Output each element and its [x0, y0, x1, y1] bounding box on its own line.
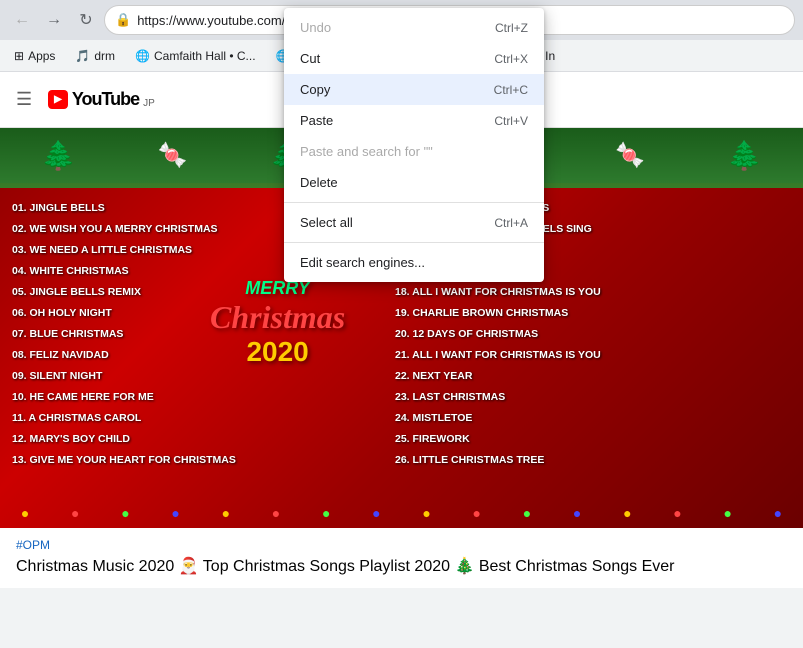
menu-item-label: Paste: [300, 113, 333, 128]
bookmark-apps[interactable]: ⊞ Apps: [10, 47, 59, 65]
video-title: Christmas Music 2020 🎅 Top Christmas Son…: [16, 556, 787, 578]
context-menu-item-paste-and-search-for-: Paste and search for "": [284, 136, 544, 167]
song-item: 26. LITTLE CHRISTMAS TREE: [395, 450, 601, 471]
bookmark-drm-label: drm: [94, 49, 115, 63]
song-item: 10. HE CAME HERE FOR ME: [12, 387, 236, 408]
youtube-region-suffix: JP: [143, 98, 155, 109]
menu-item-shortcut: Ctrl+X: [494, 52, 528, 66]
song-item: 04. WHITE CHRISTMAS: [12, 261, 236, 282]
menu-item-shortcut: Ctrl+C: [494, 83, 528, 97]
context-menu-item-cut[interactable]: Cut Ctrl+X: [284, 43, 544, 74]
context-menu-item-edit-search-engines[interactable]: Edit search engines...: [284, 247, 544, 278]
christmas-lights: ●●●●●●●●●●●●●●●●: [0, 498, 803, 528]
apps-grid-icon: ⊞: [14, 49, 24, 63]
context-menu: Undo Ctrl+Z Cut Ctrl+X Copy Ctrl+C Paste Ctrl+V…: [284, 8, 544, 282]
bookmark-apps-label: Apps: [28, 49, 55, 63]
forward-button[interactable]: →: [40, 6, 68, 34]
menu-item-label: Undo: [300, 20, 331, 35]
song-item: 03. WE NEED A LITTLE CHRISTMAS: [12, 240, 236, 261]
youtube-wordmark: YouTube: [72, 89, 139, 110]
song-item: 05. JINGLE BELLS REMIX: [12, 282, 236, 303]
song-item: 24. MISTLETOE: [395, 408, 601, 429]
song-item: 06. OH HOLY NIGHT: [12, 303, 236, 324]
song-item: 08. FELIZ NAVIDAD: [12, 345, 236, 366]
menu-item-label: Copy: [300, 82, 330, 97]
menu-item-label: Delete: [300, 175, 338, 190]
song-item: 02. WE WISH YOU A MERRY CHRISTMAS: [12, 219, 236, 240]
bookmark-camfaith-label: Camfaith Hall • C...: [154, 49, 256, 63]
menu-divider: [284, 202, 544, 203]
song-item: 23. LAST CHRISTMAS: [395, 387, 601, 408]
youtube-play-icon: ▶: [48, 90, 68, 109]
menu-item-label: Select all: [300, 215, 353, 230]
context-menu-item-paste[interactable]: Paste Ctrl+V: [284, 105, 544, 136]
menu-item-label: Cut: [300, 51, 320, 66]
back-button[interactable]: ←: [8, 6, 36, 34]
song-item: 09. SILENT NIGHT: [12, 366, 236, 387]
youtube-logo[interactable]: ▶ YouTube JP: [48, 89, 155, 110]
context-menu-item-copy[interactable]: Copy Ctrl+C: [284, 74, 544, 105]
reload-button[interactable]: ↻: [72, 6, 100, 34]
menu-item-shortcut: Ctrl+Z: [495, 21, 528, 35]
song-item: 11. A CHRISTMAS CAROL: [12, 408, 236, 429]
menu-item-label: Edit search engines...: [300, 255, 425, 270]
video-tag: #OPM: [16, 538, 787, 552]
context-menu-item-undo: Undo Ctrl+Z: [284, 12, 544, 43]
song-item: 01. JINGLE BELLS: [12, 198, 236, 219]
camfaith-icon: 🌐: [135, 49, 150, 63]
context-menu-item-select-all[interactable]: Select all Ctrl+A: [284, 207, 544, 238]
song-item: 12. MARY'S BOY CHILD: [12, 429, 236, 450]
song-item: 25. FIREWORK: [395, 429, 601, 450]
song-list-left: 01. JINGLE BELLS02. WE WISH YOU A MERRY …: [12, 198, 236, 471]
song-item: 18. ALL I WANT FOR CHRISTMAS IS YOU: [395, 282, 601, 303]
lock-icon: 🔒: [115, 12, 131, 28]
song-item: 20. 12 DAYS OF CHRISTMAS: [395, 324, 601, 345]
song-item: 21. ALL I WANT FOR CHRISTMAS IS YOU: [395, 345, 601, 366]
menu-item-label: Paste and search for "": [300, 144, 433, 159]
menu-item-shortcut: Ctrl+A: [494, 216, 528, 230]
bookmark-drm[interactable]: 🎵 drm: [71, 47, 119, 65]
song-item: 19. CHARLIE BROWN CHRISTMAS: [395, 303, 601, 324]
music-icon: 🎵: [75, 49, 90, 63]
merry-christmas-text: MERRY Christmas 2020: [210, 278, 345, 368]
hamburger-menu[interactable]: ☰: [16, 89, 32, 110]
menu-divider: [284, 242, 544, 243]
song-item: 13. GIVE ME YOUR HEART FOR CHRISTMAS: [12, 450, 236, 471]
context-menu-item-delete[interactable]: Delete: [284, 167, 544, 198]
bookmark-camfaith[interactable]: 🌐 Camfaith Hall • C...: [131, 47, 260, 65]
menu-item-shortcut: Ctrl+V: [494, 114, 528, 128]
song-item: 22. NEXT YEAR: [395, 366, 601, 387]
video-info: #OPM Christmas Music 2020 🎅 Top Christma…: [0, 528, 803, 588]
song-item: 07. BLUE CHRISTMAS: [12, 324, 236, 345]
